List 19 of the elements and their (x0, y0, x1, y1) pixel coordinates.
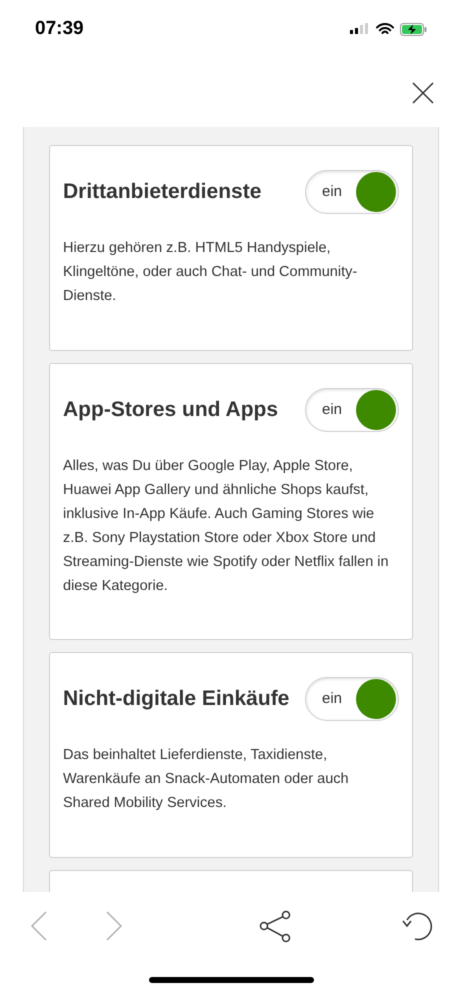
battery-charging-icon (400, 22, 427, 36)
card-title: Nicht-digitale Einkäufe (63, 686, 290, 712)
reload-icon[interactable] (400, 911, 432, 941)
share-icon[interactable] (258, 909, 293, 943)
card-description: Das beinhaltet Lieferdienste, Taxidienste, Warenkäufe an Snack-Automaten oder auch Shared Mobility Services. (63, 746, 350, 813)
card-title: Drittanbieterdienste (63, 179, 262, 206)
signal-icon (350, 23, 370, 35)
status-time: 07:39 (35, 16, 84, 41)
wifi-icon (376, 22, 394, 36)
toggle-switch[interactable]: ein (305, 170, 399, 214)
card-description: Alles, was Du über Google Play, Apple Store, Huawei App Gallery und ähnliche Shops kaufst, inklusive In-App Käufe. Auch Gaming Stores wie z.B. Sony Playstation Store oder Xbox Store und Streaming-Dienste wie Spotify oder Netflix fallen in diese Kategorie. (63, 457, 390, 596)
toggle-switch[interactable]: ein (305, 388, 399, 432)
toggle-switch[interactable]: ein (305, 677, 399, 721)
card-description: Hierzu gehören z.B. HTML5 Handyspiele, Klingeltöne, oder auch Chat- und Community-Dienste. (63, 239, 358, 306)
card-title: App-Stores und Apps (63, 397, 278, 424)
toggle-knob (356, 172, 396, 212)
toggle-knob (356, 390, 396, 430)
toggle-knob (356, 679, 396, 719)
close-icon[interactable] (412, 82, 434, 104)
